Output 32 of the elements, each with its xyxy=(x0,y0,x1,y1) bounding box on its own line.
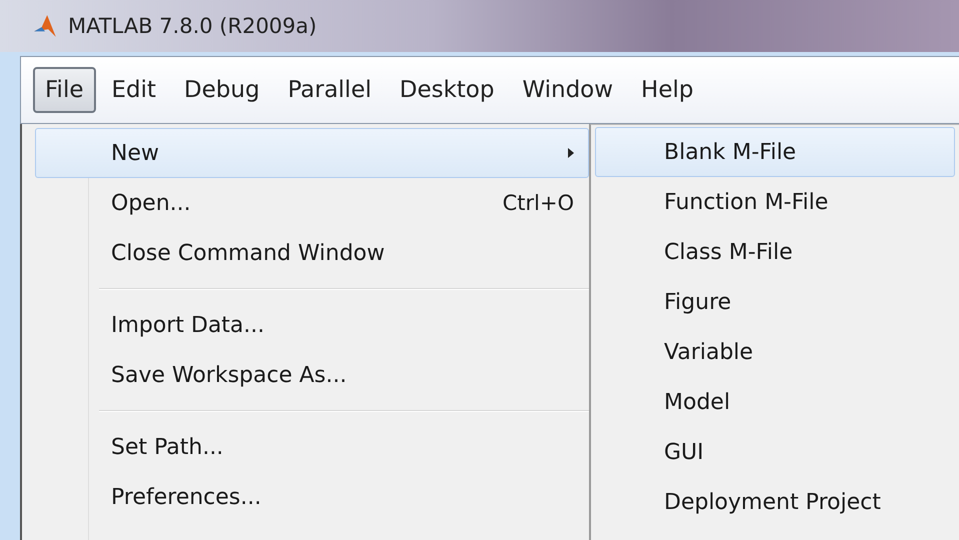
menu-item[interactable]: Open... Ctrl+O xyxy=(35,178,589,228)
menu-item-label: Import Data... xyxy=(111,312,266,338)
menu-item[interactable]: GUI xyxy=(595,427,955,477)
menu-item[interactable]: Blank M-File xyxy=(595,127,955,177)
menu-item[interactable]: Edit xyxy=(100,67,168,113)
menu-item[interactable]: File xyxy=(33,67,96,113)
menu-item[interactable]: Class M-File xyxy=(595,227,955,277)
menu-item-label: Preferences... xyxy=(111,484,262,510)
menu-item[interactable]: Window xyxy=(510,67,626,113)
menu-item[interactable]: Help xyxy=(629,67,706,113)
menu-item[interactable]: Set Path... xyxy=(35,422,589,472)
window-title: MATLAB 7.8.0 (R2009a) xyxy=(68,14,317,38)
menu-item[interactable]: Close Command Window xyxy=(35,228,589,278)
matlab-logo-icon xyxy=(32,13,58,39)
menu-item[interactable]: New xyxy=(35,128,589,178)
menu-item[interactable]: Parallel xyxy=(276,67,384,113)
menu-item[interactable]: Desktop xyxy=(388,67,506,113)
menu-item-label: Close Command Window xyxy=(111,240,386,266)
menu-item[interactable]: Import Data... xyxy=(35,300,589,350)
menu-item[interactable]: Save Workspace As... xyxy=(35,350,589,400)
menu-item[interactable]: Variable xyxy=(595,327,955,377)
menu-item-label: Set Path... xyxy=(111,434,224,460)
menu-item[interactable]: Model xyxy=(595,377,955,427)
shortcut-label: Ctrl+O xyxy=(502,191,574,215)
menu-item[interactable]: Function M-File xyxy=(595,177,955,227)
menu-item[interactable]: Deployment Project xyxy=(595,477,955,527)
menu-item[interactable]: Preferences... xyxy=(35,472,589,522)
menu-item[interactable]: Figure xyxy=(595,277,955,327)
menu-item-label: Open... xyxy=(111,190,192,216)
menu-item-label: Save Workspace As... xyxy=(111,362,348,388)
menu-item[interactable]: Debug xyxy=(172,67,272,113)
menu-item-label: New xyxy=(111,140,160,166)
